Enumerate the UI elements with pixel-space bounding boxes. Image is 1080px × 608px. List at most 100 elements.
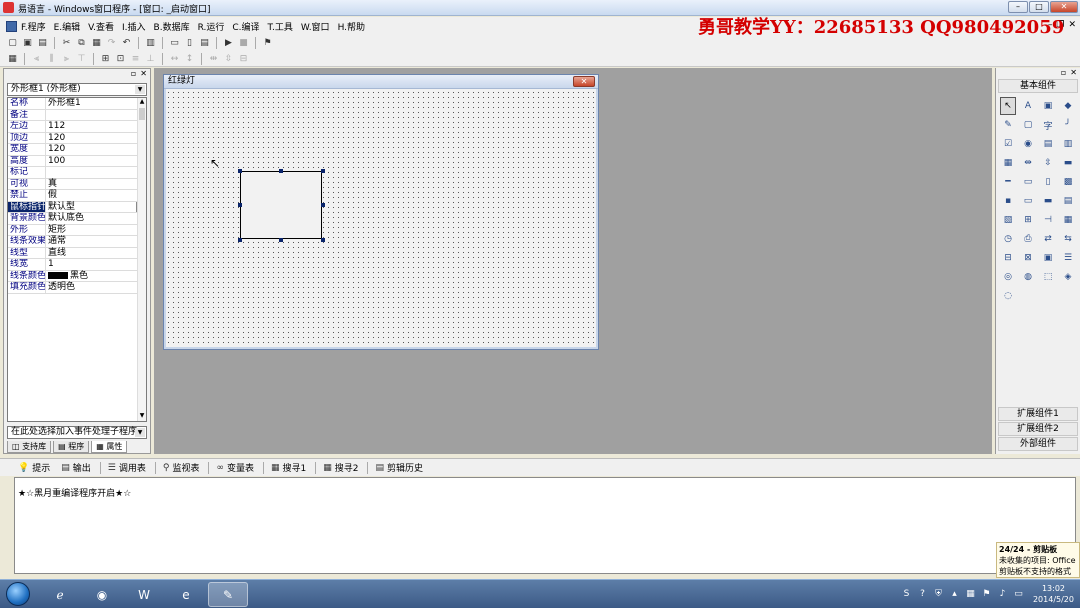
data-source-icon[interactable]: ◍ (1020, 268, 1036, 286)
property-value[interactable]: 外形框1 (46, 98, 146, 109)
tab-control-icon[interactable]: ▯ (1040, 173, 1056, 191)
menu-run[interactable]: R.运行 (198, 20, 225, 33)
tab-clip-history[interactable]: ▤ 剪辑历史 (373, 461, 425, 475)
scroll-up-icon[interactable]: ▲ (138, 98, 146, 107)
shield-icon[interactable]: ⛨ (933, 589, 944, 600)
resize-handle[interactable] (279, 238, 283, 242)
odbc-icon[interactable]: ◈ (1060, 268, 1076, 286)
tab-watch[interactable]: ⚲ 监视表 (161, 461, 202, 475)
component-group-ext2[interactable]: 扩展组件2 (998, 422, 1078, 436)
security-icon[interactable]: ⚑ (981, 589, 992, 600)
tab-search2[interactable]: ▦ 搜寻2 (321, 461, 360, 475)
menu-app-icon[interactable] (6, 20, 17, 32)
close-button[interactable]: ✕ (1050, 1, 1078, 13)
picture-box-icon[interactable]: ▣ (1040, 97, 1056, 115)
property-row[interactable]: 禁止假 (8, 190, 146, 202)
stop-icon[interactable]: ■ (237, 37, 250, 50)
property-value[interactable]: 黑色 (46, 271, 146, 282)
tab-program[interactable]: ▤ 程序 (53, 441, 90, 453)
combobox-icon[interactable]: ▥ (1060, 135, 1076, 153)
property-row[interactable]: 标记 (8, 167, 146, 179)
property-row[interactable]: 宽度 120 (8, 144, 146, 156)
editor-taskbar-icon[interactable]: ✎ (208, 582, 248, 607)
object-selector[interactable]: 外形框1 (外形框) ▼ (7, 83, 147, 96)
align-right-icon[interactable]: ⫸ (60, 52, 73, 65)
pointer-tool-icon[interactable]: ↖ (1000, 97, 1016, 115)
chevron-down-icon[interactable]: ▼ (135, 85, 145, 94)
menu-insert[interactable]: I.插入 (122, 20, 146, 33)
ime-icon[interactable]: S (901, 589, 912, 600)
resize-handle[interactable] (321, 203, 325, 207)
slider-icon[interactable]: ━ (1000, 173, 1016, 191)
property-row[interactable]: 线型 直线 (8, 247, 146, 259)
clock[interactable]: 13:02 2014/5/20 (1033, 583, 1074, 605)
output-text-area[interactable]: ★☆黑月重编译程序开启★☆ (14, 477, 1076, 574)
yi-taskbar-icon[interactable]: e (166, 582, 206, 607)
tab-hint[interactable]: 💡 提示 (16, 461, 52, 475)
word-taskbar-icon[interactable]: W (124, 582, 164, 607)
tab-search1[interactable]: ▦ 搜寻1 (269, 461, 308, 475)
window-list-icon[interactable]: ▤ (198, 37, 211, 50)
property-row[interactable]: 填充颜色 透明色 (8, 282, 146, 294)
property-value[interactable]: 默认底色 (46, 213, 146, 224)
new-file-icon[interactable]: ▢ (6, 37, 19, 50)
label-control-icon[interactable]: A (1020, 97, 1036, 115)
horizontal-scroll-icon[interactable]: ⇹ (1020, 154, 1036, 172)
property-row[interactable]: 可视真 (8, 178, 146, 190)
scroll-thumb[interactable] (139, 108, 145, 120)
property-value[interactable]: 通常 (46, 236, 146, 247)
property-value[interactable]: 矩形 (46, 225, 146, 236)
property-row-selected[interactable]: 鼠标指针默认型▼ (8, 201, 146, 213)
resize-handle[interactable] (238, 203, 242, 207)
space-horizontal-icon[interactable]: ⇹ (207, 52, 220, 65)
menu-tool-icon[interactable]: ☰ (1060, 249, 1076, 267)
menu-view[interactable]: V.查看 (88, 20, 114, 33)
resize-handle[interactable] (321, 238, 325, 242)
volume-icon[interactable]: ♪ (997, 589, 1008, 600)
form-title-bar[interactable]: 红绿灯 ✕ (164, 75, 598, 89)
clipboard-notification[interactable]: 24/24 - 剪贴板 未收集的项目: Office 剪贴板不支持的格式 (996, 542, 1080, 578)
menu-database[interactable]: B.数据库 (154, 20, 190, 33)
redo-icon[interactable]: ↷ (105, 37, 118, 50)
pin-icon[interactable]: ▫ (1061, 68, 1066, 79)
resize-handle[interactable] (238, 169, 242, 173)
property-row[interactable]: 顶边 120 (8, 132, 146, 144)
scroll-down-icon[interactable]: ▼ (138, 412, 146, 421)
find-icon[interactable]: ▥ (144, 37, 157, 50)
menu-window[interactable]: W.窗口 (301, 20, 330, 33)
property-value[interactable] (46, 167, 146, 178)
same-height-icon[interactable]: ↕ (183, 52, 196, 65)
image-list-icon[interactable]: ▩ (1060, 173, 1076, 191)
property-value[interactable]: 假 (46, 190, 146, 201)
timer-icon[interactable]: ◷ (1000, 230, 1016, 248)
dialog-icon[interactable]: ▣ (1040, 249, 1056, 267)
tray-expand-icon[interactable]: ▴ (949, 589, 960, 600)
align-center-icon[interactable]: ⫼ (45, 52, 58, 65)
cut-icon[interactable]: ✂ (60, 37, 73, 50)
client-icon[interactable]: ⊟ (1000, 249, 1016, 267)
tree-view-icon[interactable]: ⊞ (1020, 211, 1036, 229)
form-designer-window[interactable]: 红绿灯 ✕ ↖ (163, 74, 599, 350)
panel-close-icon[interactable]: ✕ (140, 69, 147, 81)
align-bottom-icon[interactable]: ⊥ (144, 52, 157, 65)
panel-close-icon[interactable]: ✕ (1070, 68, 1077, 79)
tab-call-table[interactable]: ☰ 调用表 (106, 461, 148, 475)
network-icon[interactable]: ▦ (965, 589, 976, 600)
radio-button-icon[interactable]: ◉ (1020, 135, 1036, 153)
paste-icon[interactable]: ▦ (90, 37, 103, 50)
form-close-button[interactable]: ✕ (573, 76, 595, 87)
menu-help[interactable]: H.帮助 (338, 20, 365, 33)
socket-icon[interactable]: ⇆ (1060, 230, 1076, 248)
tab-output[interactable]: ▤ 输出 (59, 461, 93, 475)
printer-icon[interactable]: ⎙ (1020, 230, 1036, 248)
monitor-icon[interactable]: ▭ (1013, 589, 1024, 600)
property-value[interactable]: 120 (46, 133, 146, 144)
listbox-icon[interactable]: ▤ (1040, 135, 1056, 153)
menu-program[interactable]: F.程序 (21, 20, 46, 33)
mdi-close-icon[interactable]: ✕ (1068, 20, 1076, 30)
form-canvas[interactable]: ↖ (166, 90, 596, 347)
property-value[interactable]: 120 (46, 144, 146, 155)
property-row[interactable]: 备注 (8, 109, 146, 121)
data-chart-icon[interactable]: ⬚ (1040, 268, 1056, 286)
maximize-button[interactable]: □ (1029, 1, 1049, 13)
